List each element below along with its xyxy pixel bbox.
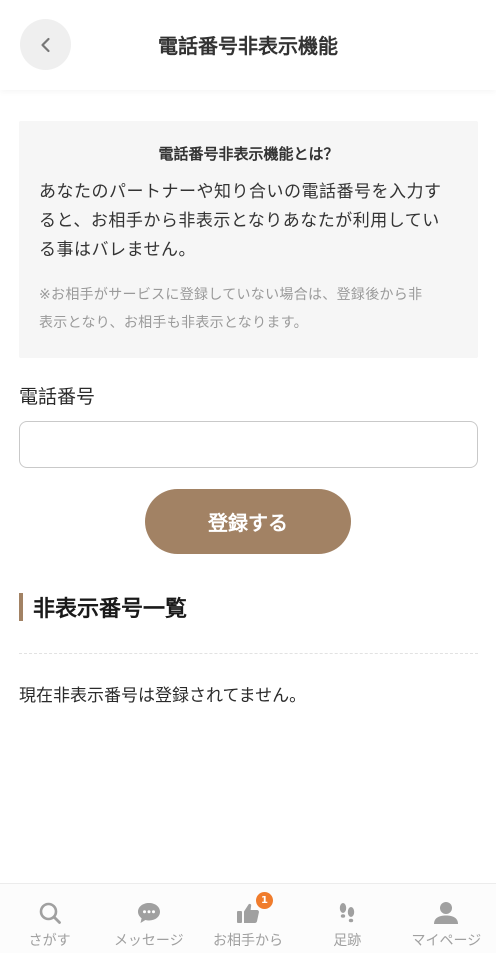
nav-label: お相手から — [213, 933, 283, 949]
section-heading: 非表示番号一覧 — [19, 592, 187, 622]
info-note-line: ※お相手がサービスに登録していない場合は、登録後から非 — [39, 287, 423, 303]
nav-label: 足跡 — [333, 933, 362, 949]
info-box: 電話番号非表示機能とは？ あなたのパートナーや知り合いの電話番号を入力す ると、… — [19, 121, 478, 358]
chat-bubble-icon — [136, 900, 162, 926]
nav-item-messages[interactable]: メッセージ — [99, 884, 198, 953]
nav-label: メッセージ — [113, 933, 184, 949]
bottom-nav: さがす メッセージ 1 お相手から 足跡 マイページ — [0, 883, 496, 953]
info-note: ※お相手がサービスに登録していない場合は、登録後から非 表示となり、お相手も非表… — [39, 281, 458, 337]
info-body-line: あなたのパートナーや知り合いの電話番号を入力す — [39, 182, 442, 202]
info-body-line: ると、お相手から非表示となりあなたが利用してい — [39, 211, 440, 231]
thumbs-up-icon: 1 — [235, 892, 273, 926]
nav-item-footprints[interactable]: 足跡 — [298, 884, 397, 953]
nav-label: さがす — [28, 933, 71, 949]
nav-item-mypage[interactable]: マイページ — [397, 884, 496, 953]
info-body: あなたのパートナーや知り合いの電話番号を入力す ると、お相手から非表示となりあな… — [39, 178, 458, 265]
header: 電話番号非表示機能 — [0, 0, 496, 90]
section-accent-bar — [19, 593, 23, 621]
nav-item-search[interactable]: さがす — [0, 884, 99, 953]
page-title: 電話番号非表示機能 — [158, 34, 338, 58]
info-body-line: る事はバレません。 — [39, 240, 196, 260]
phone-input[interactable] — [19, 421, 478, 468]
register-button[interactable]: 登録する — [145, 489, 351, 554]
nav-item-likes[interactable]: 1 お相手から — [198, 884, 297, 953]
info-title: 電話番号非表示機能とは？ — [158, 145, 339, 163]
nav-label: マイページ — [411, 933, 482, 949]
footprints-icon — [334, 900, 360, 926]
user-icon — [433, 900, 459, 926]
phone-label: 電話番号 — [19, 386, 96, 408]
section-title: 非表示番号一覧 — [33, 597, 188, 622]
notification-badge: 1 — [256, 892, 273, 909]
info-note-line: 表示となり、お相手も非表示となります。 — [39, 315, 308, 331]
empty-message: 現在非表示番号は登録されてません。 — [19, 686, 307, 706]
search-icon — [37, 900, 63, 926]
divider — [19, 653, 478, 654]
